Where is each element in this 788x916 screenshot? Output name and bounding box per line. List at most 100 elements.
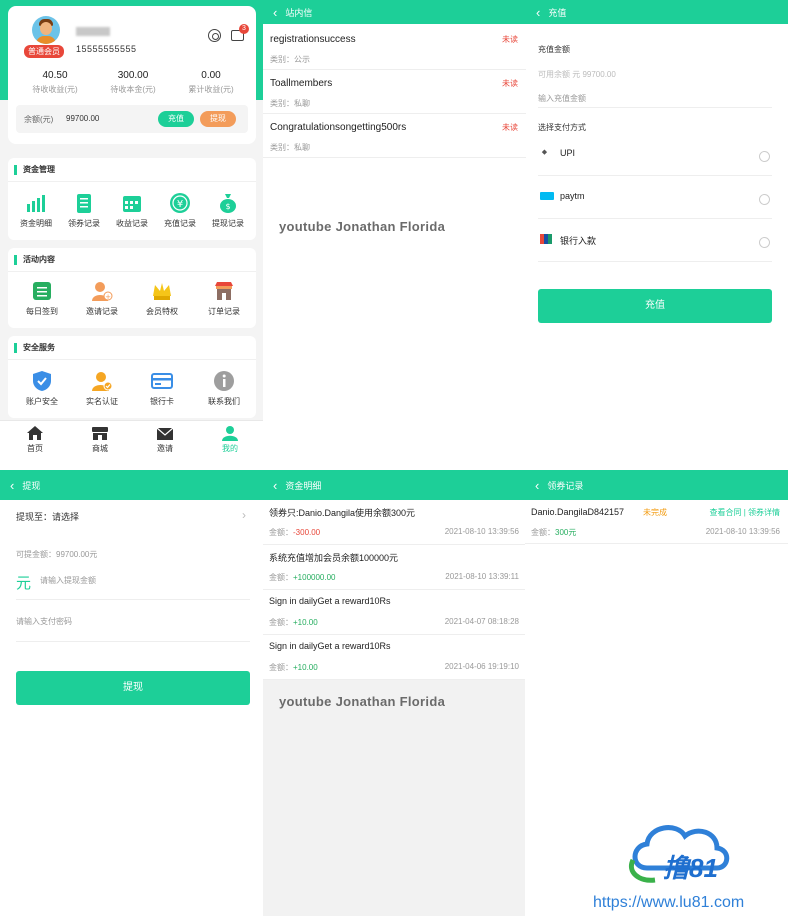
recharge-submit-button[interactable]: 充值 xyxy=(538,289,772,323)
withdraw-target-select[interactable]: 提现至：请选择 › xyxy=(16,508,248,534)
shield-icon xyxy=(31,370,53,392)
page-title: 资金明细 xyxy=(285,480,322,491)
site-url[interactable]: https://www.lu81.com xyxy=(593,894,744,912)
back-icon[interactable]: ‹ xyxy=(273,6,277,19)
withdraw-screen: ‹ 提现 提现至：请选择 › 可提金额：99700.00元 元 请输入提现金额 … xyxy=(0,470,263,916)
menu-recharge-record[interactable]: ¥ 充值记录 xyxy=(156,192,204,229)
tab-home[interactable]: 首页 xyxy=(10,425,60,454)
section-title: 活动内容 xyxy=(8,248,256,272)
table-row: 系统充值增加会员余额100000元 金额：+100000.00 2021-08-… xyxy=(263,545,525,590)
currency-symbol: 元 xyxy=(16,575,32,592)
menu-account-security[interactable]: 账户安全 xyxy=(18,370,66,407)
settings-icon[interactable] xyxy=(208,29,221,42)
menu-income-record[interactable]: 收益记录 xyxy=(108,192,156,229)
user-name-blurred xyxy=(76,27,110,36)
list-item[interactable]: registrationsuccess 未读 类别：公示 xyxy=(263,26,526,70)
calendar-icon xyxy=(121,192,143,214)
coupon-detail-link[interactable]: 领券详情 xyxy=(748,508,780,517)
section-title: 安全服务 xyxy=(8,336,256,360)
amount-label: 充值金额 xyxy=(538,45,570,54)
crown-icon xyxy=(151,280,173,302)
verified-user-icon xyxy=(91,370,113,392)
balance-label: 余额(元) xyxy=(24,115,54,124)
chevron-right-icon: › xyxy=(242,508,246,522)
radio-button[interactable] xyxy=(759,151,770,162)
payment-password-input[interactable]: 请输入支付密码 xyxy=(16,616,250,642)
menu-fund-detail[interactable]: 资金明细 xyxy=(12,192,60,229)
coupon-date: 2021-08-10 13:39:56 xyxy=(705,527,780,536)
unread-badge: 未读 xyxy=(502,79,518,88)
back-icon[interactable]: ‹ xyxy=(535,479,539,492)
svg-text:+: + xyxy=(105,293,111,301)
available-withdraw: 可提金额：99700.00元 xyxy=(16,550,98,559)
stat-pending-income: 40.50 待收收益(元) xyxy=(32,70,78,94)
mail-icon xyxy=(156,425,174,441)
menu-bank-card[interactable]: 银行卡 xyxy=(138,370,186,407)
stat-total-income: 0.00 累计收益(元) xyxy=(188,70,234,94)
payment-option-upi[interactable]: ⬥ UPI xyxy=(538,134,772,176)
menu-vip-privilege[interactable]: 会员特权 xyxy=(138,280,186,317)
menu-contact-us[interactable]: 联系我们 xyxy=(200,370,248,407)
menu-real-name-auth[interactable]: 实名认证 xyxy=(78,370,126,407)
radio-button[interactable] xyxy=(759,237,770,248)
add-user-icon: + xyxy=(91,280,113,302)
svg-text:¥: ¥ xyxy=(177,199,183,210)
avatar[interactable] xyxy=(32,16,60,44)
tab-invite[interactable]: 邀请 xyxy=(140,425,190,454)
payment-method-label: 选择支付方式 xyxy=(538,123,586,132)
profile-screen: 普通会员 15555555555 3 40.50 待收收益(元) 300.00 … xyxy=(0,0,263,462)
store-icon xyxy=(91,425,109,441)
unread-badge: 未读 xyxy=(502,123,518,132)
menu-daily-checkin[interactable]: 每日签到 xyxy=(18,280,66,317)
bar-chart-icon xyxy=(25,192,47,214)
paytm-logo-icon xyxy=(540,192,554,200)
balance-row: 余额(元) 99700.00 充值 提现 xyxy=(16,105,248,133)
payment-option-paytm[interactable]: paytm xyxy=(538,177,772,219)
section-security: 安全服务 账户安全 实名认证 银行卡 联系我们 xyxy=(8,336,256,418)
yen-coin-icon: ¥ xyxy=(169,192,191,214)
menu-withdraw-record[interactable]: $ 提现记录 xyxy=(204,192,252,229)
withdraw-submit-button[interactable]: 提现 xyxy=(16,671,250,705)
withdraw-amount-input[interactable]: 元 请输入提现金额 xyxy=(16,570,250,600)
balance-value: 99700.00 xyxy=(66,114,100,123)
menu-invite-record[interactable]: + 邀请记录 xyxy=(78,280,126,317)
withdraw-button[interactable]: 提现 xyxy=(200,111,236,127)
list-item: Danio.DangilaD842157 未完成 查看合同 | 领券详情 金额：… xyxy=(525,500,788,544)
view-contract-link[interactable]: 查看合同 xyxy=(709,508,741,517)
page-title: 提现 xyxy=(22,480,41,491)
available-balance: 可用余额 元 99700.00 xyxy=(538,70,616,79)
back-icon[interactable]: ‹ xyxy=(536,6,540,19)
list-item[interactable]: Toallmembers 未读 类别：私聊 xyxy=(263,70,526,114)
tab-mine[interactable]: 我的 xyxy=(205,425,255,454)
recharge-button[interactable]: 充值 xyxy=(158,111,194,127)
messages-header: ‹ 站内信 xyxy=(263,0,526,24)
watermark-text: youtube Jonathan Florida xyxy=(279,694,446,709)
bottom-tab-bar: 首页 商城 邀请 我的 xyxy=(0,420,263,462)
coupon-name: Danio.DangilaD842157 xyxy=(531,507,625,517)
recharge-header: ‹ 充值 xyxy=(526,0,788,24)
recharge-screen: ‹ 充值 充值金额 可用余额 元 99700.00 输入充值金额 选择支付方式 … xyxy=(526,0,788,462)
member-badge: 普通会员 xyxy=(24,45,64,58)
home-icon xyxy=(26,425,44,441)
withdraw-header: ‹ 提现 xyxy=(0,470,263,500)
upi-logo-icon: ⬥ xyxy=(542,149,547,156)
shop-icon xyxy=(213,280,235,302)
payment-option-bank[interactable]: 银行入款 xyxy=(538,220,772,262)
money-bag-icon: $ xyxy=(217,192,239,214)
tab-mall[interactable]: 商城 xyxy=(75,425,125,454)
radio-button[interactable] xyxy=(759,194,770,205)
fund-detail-screen: ‹ 资金明细 领券只:Danio.Dangila使用余额300元 金额：-300… xyxy=(263,470,525,916)
svg-text:$: $ xyxy=(225,202,230,211)
unionpay-logo-icon xyxy=(540,234,552,244)
user-icon xyxy=(221,425,239,441)
back-icon[interactable]: ‹ xyxy=(10,479,14,492)
recharge-amount-input[interactable]: 输入充值金额 xyxy=(538,90,772,108)
list-item[interactable]: Congratulationsongetting500rs 未读 类别：私聊 xyxy=(263,114,526,158)
page-title: 站内信 xyxy=(285,7,313,18)
message-count-badge: 3 xyxy=(239,24,249,34)
menu-coupon-record[interactable]: 领券记录 xyxy=(60,192,108,229)
menu-order-record[interactable]: 订单记录 xyxy=(200,280,248,317)
status-badge: 未完成 xyxy=(643,508,667,517)
back-icon[interactable]: ‹ xyxy=(273,479,277,492)
coupon-header: ‹ 领券记录 xyxy=(525,470,788,500)
